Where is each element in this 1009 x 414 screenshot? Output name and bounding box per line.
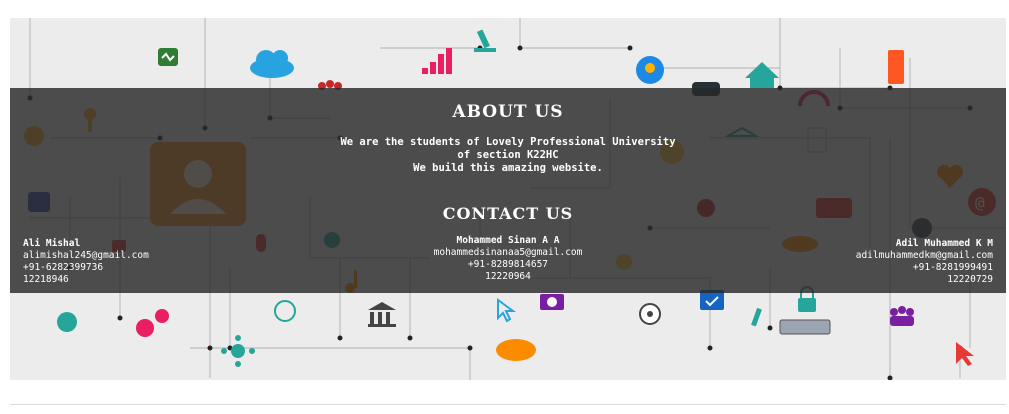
bank-icon	[368, 302, 396, 327]
home-icon	[745, 62, 779, 88]
upload-icon	[57, 312, 77, 332]
checklist-icon	[700, 290, 724, 310]
brain-gear-icon	[636, 56, 664, 84]
cursor-icon	[497, 298, 517, 323]
contact-phone[interactable]: +91-8281999491	[856, 262, 993, 274]
globe-icon	[274, 300, 296, 322]
keyboard-icon	[779, 319, 831, 335]
about-line: We are the students of Lovely Profession…	[340, 136, 676, 148]
camera-icon	[540, 294, 564, 310]
about-us-heading: ABOUT US	[452, 102, 564, 122]
about-line: We build this amazing website.	[413, 162, 603, 174]
network-icon	[221, 335, 255, 367]
cursor-arrow-icon	[956, 342, 974, 366]
bottom-divider	[10, 404, 1006, 405]
team-icon	[890, 306, 914, 326]
cloud-icon	[250, 50, 294, 78]
contact-us-heading: CONTACT US	[442, 204, 574, 223]
microscope-icon	[474, 29, 496, 52]
about-line: of section K22HC	[457, 149, 559, 161]
signal-bars-icon	[422, 48, 452, 74]
about-us-text: We are the students of Lovely Profession…	[10, 136, 1006, 175]
pencil-icon	[751, 307, 762, 327]
info-overlay: ABOUT US We are the students of Lovely P…	[10, 88, 1006, 293]
team-banner: @ ABOUT US We are the students of Lovely…	[10, 18, 1006, 380]
contact-name: Adil Muhammed K M	[895, 238, 993, 249]
contact-id: 12220729	[947, 274, 993, 285]
gear-icon	[136, 309, 169, 337]
contact-card-adil: Adil Muhammed K M adilmuhammedkm@gmail.c…	[856, 238, 993, 286]
soccer-ball-icon	[639, 303, 661, 325]
speech-bubble-icon	[496, 339, 536, 361]
heart-monitor-icon	[158, 48, 178, 66]
fridge-icon	[888, 50, 904, 84]
contact-email[interactable]: adilmuhammedkm@gmail.com	[856, 250, 993, 262]
